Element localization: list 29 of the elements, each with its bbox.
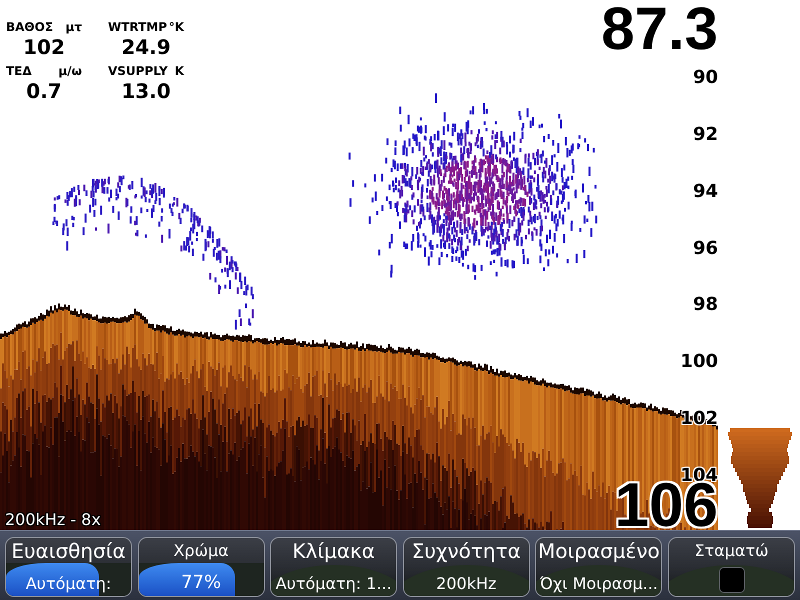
depth-scale-label: 98 (692, 297, 718, 314)
range-bottom-reading: 106 (614, 483, 718, 529)
softkey-button[interactable]: Συχνότητα 200kHz (402, 537, 530, 597)
softkey-button[interactable]: Μοιρασμένο Όχι Μοιρασμ... (535, 537, 662, 597)
readout-value: 24.9 (121, 36, 171, 58)
readout-value: 0.7 (26, 80, 62, 102)
softkey-button[interactable]: Σταματώ (668, 537, 795, 597)
depth-scale-label: 100 (680, 354, 718, 370)
depth-scale-label: 96 (692, 240, 718, 257)
unit-label: K (174, 64, 184, 78)
unit-label: μτ (66, 20, 82, 34)
softkey-button[interactable]: Κλίμακα Αυτόματη: 1... (270, 537, 398, 597)
checkbox[interactable] (718, 567, 745, 593)
depth-scale-label: 90 (692, 70, 718, 86)
readout-label: VSUPPLY (108, 64, 168, 78)
depth-scale-label: 94 (692, 184, 718, 200)
readout-label: ΤΕΔ (6, 64, 32, 78)
depth-scale-label: 92 (692, 126, 718, 143)
unit-label: °K (168, 20, 184, 34)
readout-label: ΒΑΘΟΣ (6, 20, 54, 34)
frequency-zoom-label: 200kHz - 8x (5, 512, 101, 528)
readout-value: 102 (23, 36, 65, 58)
softkey-button[interactable]: Χρώμα 77% (138, 537, 265, 597)
slider-track[interactable] (138, 563, 264, 596)
readout-label: WTRTMP (108, 20, 168, 34)
depth-scale-label: 102 (680, 411, 718, 428)
readout-value: 13.0 (121, 80, 171, 102)
unit-label: μ/ω (58, 64, 82, 78)
range-top-reading: 87.3 (601, 7, 718, 51)
